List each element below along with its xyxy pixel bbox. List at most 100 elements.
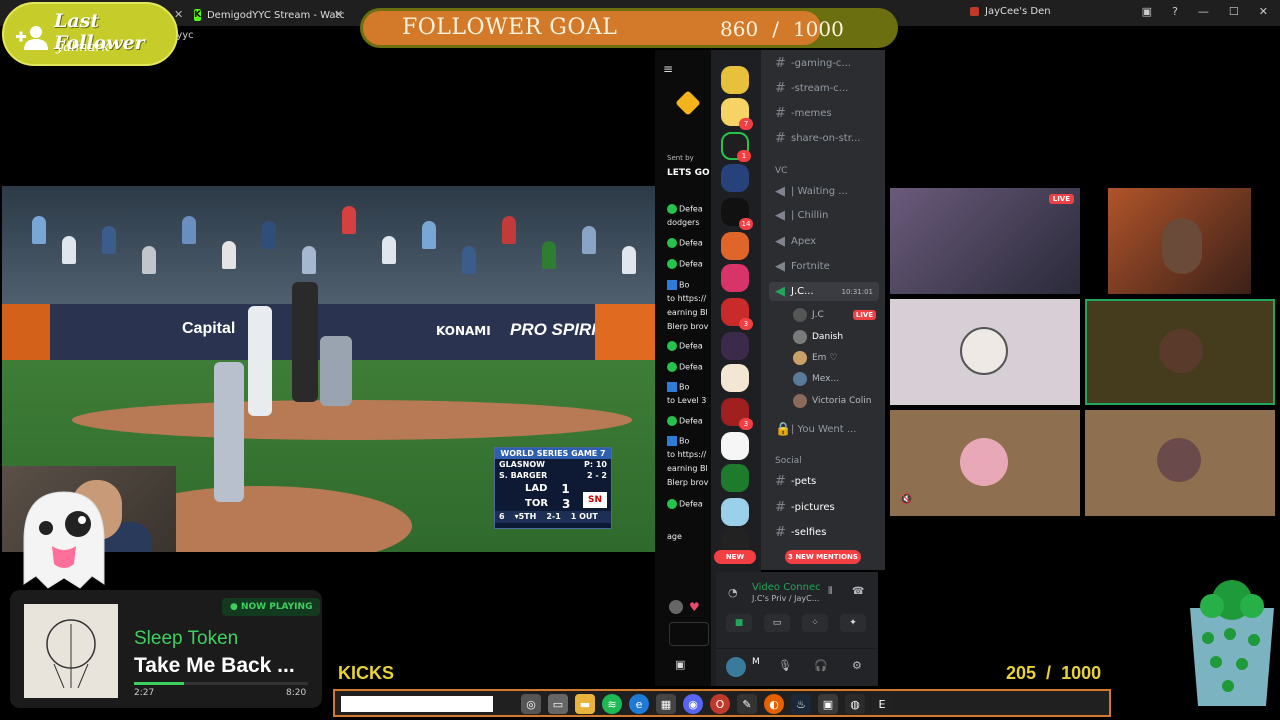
gear-icon[interactable]: ⚙ bbox=[852, 659, 862, 672]
menu-collapse-icon[interactable]: ≡ bbox=[663, 62, 673, 76]
scorebug-score1: 1 bbox=[561, 481, 570, 496]
gift-icon[interactable]: ▣ bbox=[675, 658, 685, 671]
folder-icon[interactable]: ▬ bbox=[575, 694, 595, 714]
channel-selfies[interactable]: # -selfies bbox=[775, 525, 826, 540]
channel-stream[interactable]: # -stream-c... bbox=[775, 81, 848, 96]
avatar[interactable] bbox=[669, 600, 683, 614]
user-name: M bbox=[752, 657, 760, 667]
follower-goal-current: 860 bbox=[720, 17, 759, 41]
kicks-current: 205 bbox=[1006, 663, 1037, 683]
obs-icon[interactable]: ◍ bbox=[845, 694, 865, 714]
app-icon[interactable]: ▦ bbox=[656, 694, 676, 714]
channel-memes[interactable]: # -memes bbox=[775, 106, 832, 121]
window-icon[interactable]: ▭ bbox=[548, 694, 568, 714]
app-icon[interactable]: ▣ bbox=[818, 694, 838, 714]
channel-gaming[interactable]: # -gaming-c... bbox=[775, 56, 851, 71]
steam-icon[interactable]: ♨ bbox=[791, 694, 811, 714]
minimize-icon[interactable]: — bbox=[1198, 5, 1209, 18]
chat-message: Blerp brov bbox=[667, 478, 709, 487]
screenshare-button[interactable]: ▭ bbox=[764, 614, 790, 632]
server-icon[interactable] bbox=[721, 332, 749, 360]
muted-icon: 🔇 bbox=[900, 494, 913, 505]
close-tab-icon[interactable]: ✕ bbox=[334, 8, 343, 21]
activities-button[interactable]: ⁘ bbox=[802, 614, 828, 632]
server-icon[interactable] bbox=[721, 264, 749, 292]
server-icon[interactable]: 7 bbox=[721, 98, 753, 130]
taskview-icon[interactable]: ◎ bbox=[521, 694, 541, 714]
kicks-count: 205 / 1000 bbox=[1006, 663, 1101, 684]
plant-decoration bbox=[1190, 580, 1274, 706]
voice-channel-chillin[interactable]: ◀ | Chillin bbox=[775, 208, 828, 223]
verified-badge-icon bbox=[667, 204, 677, 214]
effects-button[interactable]: ✦ bbox=[840, 614, 866, 632]
spotify-icon[interactable]: ≋ bbox=[602, 694, 622, 714]
channel-share[interactable]: # share-on-str... bbox=[775, 131, 860, 146]
voice-channel-locked[interactable]: 🔒 | You Went ... bbox=[775, 422, 856, 437]
video-tile-user[interactable] bbox=[1085, 410, 1275, 516]
scorebug: WORLD SERIES GAME 7 GLASNOW P: 10 S. BARG… bbox=[494, 447, 612, 529]
hangup-icon[interactable]: ☎ bbox=[852, 586, 864, 597]
app-icon[interactable]: ✎ bbox=[737, 694, 757, 714]
video-tile-stream[interactable]: LIVE bbox=[890, 188, 1080, 294]
maximize-icon[interactable]: ☐ bbox=[1229, 5, 1239, 18]
epic-icon[interactable]: E bbox=[872, 694, 892, 714]
video-tile-user[interactable]: 🔇 bbox=[890, 410, 1080, 516]
video-tile-user-speaking[interactable] bbox=[1085, 299, 1275, 405]
video-tile-user[interactable] bbox=[890, 299, 1080, 405]
server-icon[interactable] bbox=[721, 232, 749, 260]
voice-channel-waiting[interactable]: ◀ | Waiting ... bbox=[775, 184, 848, 199]
category-social[interactable]: Social bbox=[775, 456, 802, 466]
follower-goal-label: FOLLOWER GOAL bbox=[402, 15, 618, 40]
help-icon[interactable]: ? bbox=[1172, 5, 1178, 18]
voice-channel-apex[interactable]: ◀ Apex bbox=[775, 234, 816, 249]
chat-message: earning Bl bbox=[667, 308, 708, 317]
server-icon[interactable] bbox=[721, 432, 749, 460]
server-icon[interactable]: 3 bbox=[721, 298, 753, 330]
voice-channel-active[interactable]: ◀ J.C... 10:31:01 bbox=[769, 282, 879, 301]
voice-channel-path[interactable]: J.C's Priv / JayC... bbox=[752, 594, 819, 603]
batter bbox=[248, 306, 272, 416]
server-icon[interactable]: 14 bbox=[721, 198, 753, 230]
headphones-icon[interactable]: 🎧 bbox=[814, 659, 828, 672]
menu-icon[interactable]: ▣ bbox=[1142, 5, 1152, 18]
soundboard-icon[interactable]: ⦀ bbox=[828, 586, 832, 597]
taskbar-search[interactable] bbox=[341, 696, 493, 712]
chat-input[interactable] bbox=[669, 622, 709, 646]
mic-icon[interactable]: 🎙 bbox=[778, 659, 792, 672]
voice-channel-fortnite[interactable]: ◀ Fortnite bbox=[775, 259, 830, 274]
stream-chat[interactable]: ≡ Sent by LETS GO Defea dodgers Defea Defea… bbox=[655, 50, 711, 686]
avatar[interactable] bbox=[726, 657, 746, 677]
scorebug-pitcher: GLASNOW bbox=[499, 460, 545, 469]
scorebug-count: 2-1 bbox=[546, 512, 561, 521]
vc-user[interactable]: Victoria Colin bbox=[793, 394, 872, 408]
channel-pets[interactable]: # -pets bbox=[775, 474, 816, 489]
speaker-icon: ◀ bbox=[775, 208, 785, 223]
vc-user[interactable]: J.C LIVE bbox=[793, 308, 877, 322]
new-mentions-pill[interactable]: 3 NEW MENTIONS bbox=[785, 550, 861, 564]
category-vc[interactable]: VC bbox=[775, 166, 787, 176]
close-window-icon[interactable]: ✕ bbox=[1259, 5, 1268, 18]
vc-user[interactable]: Em ♡ bbox=[793, 351, 837, 365]
opera-icon[interactable]: O bbox=[710, 694, 730, 714]
kick-logo-icon: K bbox=[194, 9, 201, 21]
server-icon[interactable]: 3 bbox=[721, 398, 753, 430]
discord-icon[interactable]: ◉ bbox=[683, 694, 703, 714]
video-tile-cam[interactable] bbox=[1108, 188, 1251, 294]
channel-pictures[interactable]: # -pictures bbox=[775, 500, 835, 515]
server-icon[interactable]: 1 bbox=[721, 132, 751, 162]
server-icon[interactable] bbox=[721, 66, 749, 94]
camera-button[interactable]: ■ bbox=[726, 614, 752, 632]
vc-user[interactable]: Mex... bbox=[793, 372, 839, 386]
server-icon[interactable] bbox=[721, 464, 749, 492]
bot-badge-icon bbox=[667, 436, 677, 446]
server-icon[interactable] bbox=[721, 164, 749, 192]
heart-icon[interactable]: ♥ bbox=[689, 600, 700, 614]
server-icon[interactable] bbox=[721, 364, 749, 392]
browser-tab-stream[interactable]: K DemigodYYC Stream - Watc bbox=[194, 4, 344, 26]
edge-icon[interactable]: e bbox=[629, 694, 649, 714]
server-icon[interactable] bbox=[721, 498, 749, 526]
new-pill[interactable]: NEW bbox=[714, 550, 756, 564]
vc-user[interactable]: Danish bbox=[793, 330, 843, 344]
chat-message: earning Bl bbox=[667, 464, 708, 473]
firefox-icon[interactable]: ◐ bbox=[764, 694, 784, 714]
